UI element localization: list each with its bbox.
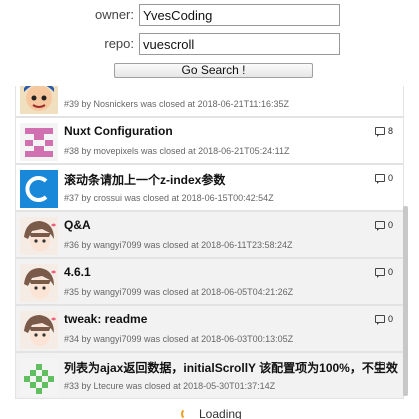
issue-title[interactable]: 滚动条请加上一个z-index参数 [64,171,225,188]
issue-list[interactable]: #39 by Nosnickers was closed at 2018-06-… [15,86,410,419]
comment-icon [374,362,385,372]
issue-item[interactable]: tweak: readme #34 by wangyi7099 was clos… [15,305,404,352]
owner-input[interactable] [139,4,340,26]
comment-count-value: 0 [387,173,393,183]
issue-meta: #37 by crossui was closed at 2018-06-15T… [64,193,274,203]
letter-c-avatar-icon [20,170,58,208]
issue-meta: #33 by Ltecure was closed at 2018-05-30T… [64,381,276,391]
issue-meta: #39 by Nosnickers was closed at 2018-06-… [64,99,289,109]
issue-meta: #35 by wangyi7099 was closed at 2018-06-… [64,287,294,297]
issue-title[interactable]: tweak: readme [64,312,147,326]
identicon-pink-icon [20,123,58,161]
issue-meta: #34 by wangyi7099 was closed at 2018-06-… [64,334,294,344]
repo-label: repo: [104,36,134,51]
issue-title[interactable]: Q&A [64,218,91,232]
comment-count-value: 0 [387,220,393,230]
comment-icon [374,268,385,278]
anime-avatar-icon [20,311,58,349]
loading-text: Loading [199,407,242,419]
comment-count-value: 8 [387,126,393,136]
issue-title[interactable]: Nuxt Configuration [64,124,173,138]
identicon-green-icon [20,358,58,396]
comment-count: 0 [374,267,393,278]
issue-title[interactable]: 4.6.1 [64,265,91,279]
issue-title[interactable]: 列表为ajax返回数据，initialScrollY 该配置项为100%，不生效 [64,359,398,376]
comment-count-value: 3 [387,361,393,371]
anime-avatar-icon [20,264,58,302]
comment-count: 3 [374,361,393,372]
issue-item[interactable]: 滚动条请加上一个z-index参数 #37 by crossui was clo… [15,164,404,211]
comment-count: 8 [374,126,393,137]
comment-icon [374,221,385,231]
issue-item[interactable]: Nuxt Configuration #38 by movepixels was… [15,117,404,164]
repo-input[interactable] [139,33,340,55]
comment-count-value: 0 [387,267,393,277]
comment-icon [374,315,385,325]
issue-item[interactable]: #39 by Nosnickers was closed at 2018-06-… [15,86,404,117]
comment-count-value: 0 [387,314,393,324]
comment-count: 0 [374,220,393,231]
loading-spinner-icon [181,408,193,419]
cartoon-avatar-icon [20,86,58,114]
repo-row: repo: [0,33,419,55]
owner-row: owner: [0,4,419,26]
issue-item[interactable]: Q&A #36 by wangyi7099 was closed at 2018… [15,211,404,258]
go-search-button[interactable]: Go Search ! [114,63,313,78]
issue-item[interactable]: 列表为ajax返回数据，initialScrollY 该配置项为100%，不生效… [15,352,404,399]
owner-label: owner: [94,7,134,22]
vertical-scrollbar[interactable] [403,206,408,396]
comment-count: 0 [374,173,393,184]
comment-icon [374,127,385,137]
comment-count: 0 [374,314,393,325]
loading-indicator: Loading [181,407,242,419]
issue-meta: #36 by wangyi7099 was closed at 2018-06-… [64,240,293,250]
anime-avatar-icon [20,217,58,255]
issue-meta: #38 by movepixels was closed at 2018-06-… [64,146,290,156]
issue-item[interactable]: 4.6.1 #35 by wangyi7099 was closed at 20… [15,258,404,305]
comment-icon [374,174,385,184]
